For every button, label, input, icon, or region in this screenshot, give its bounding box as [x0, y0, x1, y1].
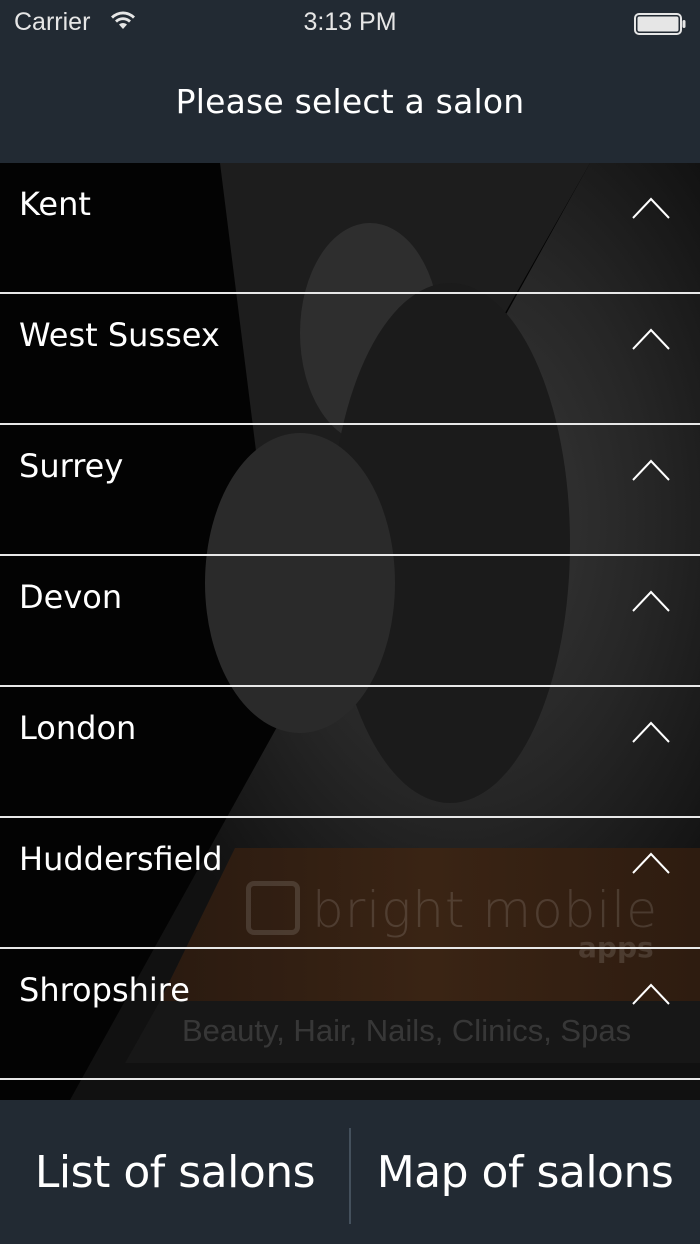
chevron-up-icon	[632, 721, 670, 743]
list-of-salons-button[interactable]: List of salons	[0, 1100, 350, 1244]
chevron-up-icon	[632, 459, 670, 481]
status-bar: Carrier 3:13 PM	[0, 0, 700, 48]
chevron-up-icon	[632, 328, 670, 350]
app-screen: Carrier 3:13 PM Please select a salon br…	[0, 0, 700, 1244]
region-label: Devon	[19, 578, 123, 616]
region-list: Kent West Sussex Surrey Devon London Hud…	[0, 163, 700, 1080]
region-label: Shropshire	[19, 971, 190, 1009]
salon-region-list-area: bright mobile apps Beauty, Hair, Nails, …	[0, 163, 700, 1100]
region-row-surrey[interactable]: Surrey	[0, 425, 700, 556]
chevron-up-icon	[632, 852, 670, 874]
region-row-shropshire[interactable]: Shropshire	[0, 949, 700, 1080]
region-row-kent[interactable]: Kent	[0, 163, 700, 294]
page-title: Please select a salon	[175, 82, 525, 121]
region-label: West Sussex	[19, 316, 220, 354]
region-row-devon[interactable]: Devon	[0, 556, 700, 687]
region-label: London	[19, 709, 137, 747]
clock: 3:13 PM	[303, 8, 397, 36]
region-label: Kent	[19, 185, 91, 223]
region-row-london[interactable]: London	[0, 687, 700, 818]
navigation-bar: Please select a salon	[0, 48, 700, 163]
battery-icon	[634, 13, 686, 35]
region-label: Surrey	[19, 447, 124, 485]
bottom-toolbar: List of salons Map of salons	[0, 1100, 700, 1244]
region-label: Huddersfield	[19, 840, 223, 878]
chevron-up-icon	[632, 983, 670, 1005]
region-row-huddersfield[interactable]: Huddersfield	[0, 818, 700, 949]
chevron-up-icon	[632, 590, 670, 612]
chevron-up-icon	[632, 197, 670, 219]
map-of-salons-button[interactable]: Map of salons	[350, 1100, 700, 1244]
region-row-west-sussex[interactable]: West Sussex	[0, 294, 700, 425]
